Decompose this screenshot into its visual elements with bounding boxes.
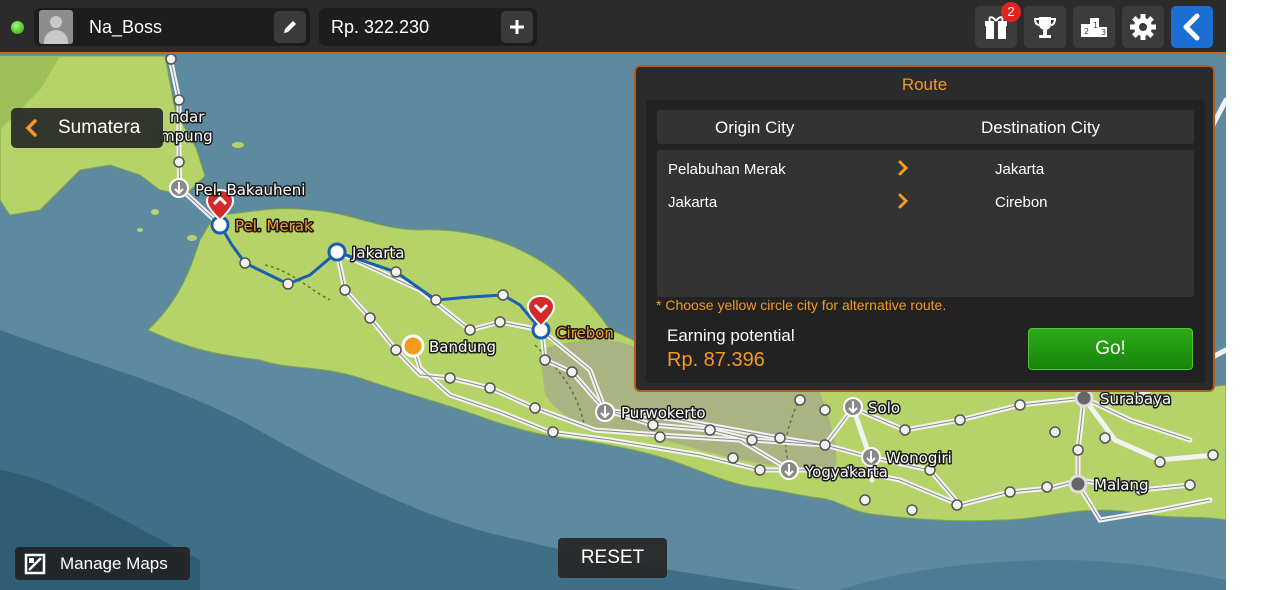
money-display: Rp. 322.230: [319, 8, 537, 46]
trophy-icon: [1033, 17, 1057, 38]
svg-text:2: 2: [1084, 27, 1089, 36]
chevron-left-icon: [1183, 13, 1200, 41]
destination-city-header: Destination City: [981, 118, 1101, 137]
island: [137, 228, 143, 232]
go-button[interactable]: Go!: [1028, 328, 1193, 370]
route-origin: Pelabuhan Merak: [668, 161, 786, 178]
region-switch-button[interactable]: Sumatera: [11, 108, 163, 148]
svg-text:3: 3: [1101, 28, 1106, 37]
reset-button[interactable]: RESET: [558, 538, 667, 578]
route-panel-body: Origin City Destination City Pelabuhan M…: [646, 100, 1205, 383]
gift-button[interactable]: 2: [975, 2, 1021, 48]
route-panel-title: Route: [901, 75, 948, 94]
route-row[interactable]: Jakarta Cirebon: [657, 187, 1194, 217]
city-label-lampung: mpung: [160, 127, 213, 145]
island: [232, 142, 244, 148]
deep-sea-area: [840, 560, 1226, 590]
route-panel: Route Origin City Destination City Pelab…: [634, 65, 1215, 392]
route-destination: Cirebon: [995, 194, 1048, 211]
manage-maps-button[interactable]: Manage Maps: [15, 547, 190, 580]
avatar[interactable]: [39, 10, 73, 44]
route-table-header: Origin City Destination City: [657, 110, 1194, 144]
player-name: Na_Boss: [89, 17, 163, 37]
notification-badge: 2: [1001, 2, 1021, 22]
city-label-purwokerto[interactable]: Purwokerto: [620, 403, 708, 424]
route-table: Origin City Destination City Pelabuhan M…: [657, 110, 1194, 297]
city-label-surabaya[interactable]: Surabaya: [1099, 389, 1173, 410]
screen-edge: [1226, 0, 1280, 590]
top-bar: Na_Boss Rp. 322.230 2 2 1 3: [0, 0, 1226, 54]
shoal: [280, 537, 340, 553]
leaderboard-button[interactable]: 2 1 3: [1073, 6, 1115, 48]
money-amount: Rp. 322.230: [331, 17, 430, 37]
manage-maps-label: Manage Maps: [60, 553, 168, 573]
route-row[interactable]: Pelabuhan Merak Jakarta: [657, 154, 1194, 184]
city-label-jakarta[interactable]: Jakarta: [350, 243, 406, 264]
add-money-button[interactable]: [501, 11, 533, 43]
map-edit-icon: [24, 553, 46, 574]
island: [151, 209, 159, 215]
city-label-bandung[interactable]: Bandung: [428, 337, 498, 358]
settings-button[interactable]: [1122, 6, 1164, 48]
city-label-yogyakarta[interactable]: Yogyakarta: [803, 462, 890, 483]
chevron-right-icon: [898, 193, 909, 209]
city-label-bakauheni[interactable]: Pel. Bakauheni: [194, 180, 307, 201]
city-label-solo[interactable]: Solo: [867, 398, 902, 419]
game-screen: ndar mpung Pel. Bakauheni Pel. Merak Jak…: [0, 0, 1226, 590]
route-destination: Jakarta: [995, 161, 1045, 178]
region-label: Sumatera: [58, 117, 141, 138]
achievements-button[interactable]: [1024, 6, 1066, 48]
city-label-malang[interactable]: Malang: [1093, 475, 1151, 496]
earning-potential-label: Earning potential: [667, 326, 795, 345]
svg-text:1: 1: [1093, 21, 1098, 30]
back-button[interactable]: [1171, 6, 1213, 48]
plus-icon: [510, 20, 524, 34]
island: [187, 235, 197, 241]
alternative-route-note: * Choose yellow circle city for alternat…: [656, 297, 947, 313]
origin-city-header: Origin City: [715, 118, 795, 137]
online-status-icon: [11, 21, 24, 34]
city-label-bandar: ndar: [170, 108, 205, 126]
route-origin: Jakarta: [668, 194, 718, 211]
chevron-right-icon: [898, 160, 909, 176]
city-label-merak[interactable]: Pel. Merak: [234, 216, 315, 237]
city-label-wonogiri[interactable]: Wonogiri: [885, 448, 954, 469]
chevron-left-icon: [25, 119, 37, 137]
city-label-cirebon[interactable]: Cirebon: [555, 323, 616, 344]
route-table-body: Pelabuhan Merak Jakarta Jakarta Cirebon: [657, 150, 1194, 297]
edit-name-button[interactable]: [274, 11, 306, 43]
pencil-icon: [284, 21, 296, 33]
player-profile[interactable]: Na_Boss: [34, 8, 310, 46]
earning-potential-value: Rp. 87.396: [667, 349, 765, 371]
gear-icon: [1130, 14, 1156, 40]
podium-icon: 2 1 3: [1081, 18, 1107, 37]
